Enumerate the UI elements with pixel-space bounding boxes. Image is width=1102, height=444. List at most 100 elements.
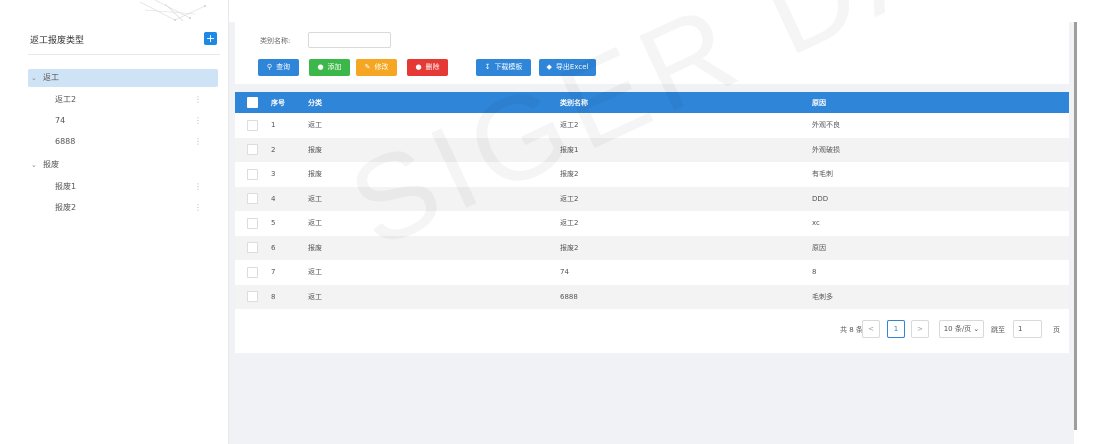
more-options-icon[interactable]: ⋮ xyxy=(194,178,202,196)
tree-node-scrap-child[interactable]: 报废1 ⋮ xyxy=(28,178,218,196)
next-page-button[interactable]: > xyxy=(911,320,929,338)
minus-circle-icon: ● xyxy=(415,63,422,71)
table-cell: 1 xyxy=(271,121,276,130)
row-checkbox[interactable] xyxy=(247,168,258,180)
table-cell: 5 xyxy=(271,219,276,228)
table-row[interactable]: 5 返工 返工2 xc xyxy=(235,211,1069,236)
tree-node-rework[interactable]: ⌄ 返工 xyxy=(28,69,218,87)
search-panel: 类别名称: ⚲ 查询 ● 添加 ✎ 修改 ● 删除 ↧ 下载模板 ◆ 导出Excel xyxy=(235,22,1069,84)
row-checkbox[interactable] xyxy=(247,193,258,205)
table-row[interactable]: 2 报废 报废1 外观破损 xyxy=(235,137,1069,162)
table-cell: 外观不良 xyxy=(812,121,840,130)
download-icon: ↧ xyxy=(484,63,491,71)
scrollbar[interactable] xyxy=(1074,22,1077,430)
table-cell: 3 xyxy=(271,170,276,179)
chevron-down-icon[interactable]: ⌄ xyxy=(31,156,41,174)
table-cell: 毛刺多 xyxy=(812,292,833,301)
tree-node-label: 74 xyxy=(55,116,66,125)
table-cell: xc xyxy=(812,219,820,228)
table-cell: 返工2 xyxy=(560,121,579,130)
goto-suffix: 页 xyxy=(1053,326,1060,334)
table-cell: 返工 xyxy=(308,121,322,130)
main-content: 类别名称: ⚲ 查询 ● 添加 ✎ 修改 ● 删除 ↧ 下载模板 ◆ 导出Excel 序号 … xyxy=(229,22,1074,444)
download-template-button[interactable]: ↧ 下载模板 xyxy=(476,59,531,76)
tree-node-label: 返工 xyxy=(43,73,59,82)
search-icon: ⚲ xyxy=(266,63,273,71)
table-cell: 有毛刺 xyxy=(812,170,833,179)
plus-icon: + xyxy=(205,32,216,45)
column-header[interactable]: 分类 xyxy=(308,92,560,113)
chevron-right-icon: > xyxy=(917,325,923,333)
table-cell: 4 xyxy=(271,194,276,203)
export-excel-button[interactable]: ◆ 导出Excel xyxy=(539,59,596,76)
table-cell: 2 xyxy=(271,145,276,154)
tree-node-scrap-child[interactable]: 报废2 ⋮ xyxy=(28,199,218,217)
table-cell: 6 xyxy=(271,243,276,252)
query-button[interactable]: ⚲ 查询 xyxy=(258,59,299,76)
goto-page-input[interactable]: 1 xyxy=(1013,320,1042,338)
tree-node-scrap[interactable]: ⌄ 报废 xyxy=(28,156,218,174)
plus-circle-icon: ● xyxy=(317,63,324,71)
column-header[interactable]: 序号 xyxy=(271,92,308,113)
chevron-down-icon: ⌄ xyxy=(973,325,980,333)
row-checkbox[interactable] xyxy=(247,242,258,254)
more-options-icon[interactable]: ⋮ xyxy=(194,133,202,151)
select-all-checkbox[interactable] xyxy=(247,97,258,108)
row-checkbox[interactable] xyxy=(247,217,258,229)
row-checkbox[interactable] xyxy=(247,119,258,131)
table-row[interactable]: 7 返工 74 8 xyxy=(235,260,1069,285)
tree-node-label: 报废1 xyxy=(55,182,77,191)
row-checkbox[interactable] xyxy=(247,291,258,303)
table-header-row: 序号 分类 类别名称 原因 xyxy=(235,92,1069,113)
pagination: 共 8 条 < 1 > 10 条/页 ⌄ 跳至 1 页 xyxy=(235,320,1069,340)
row-checkbox[interactable] xyxy=(247,266,258,278)
table-cell: 报废2 xyxy=(560,170,579,179)
tree-node-rework-child[interactable]: 6888 ⋮ xyxy=(28,133,218,151)
more-options-icon[interactable]: ⋮ xyxy=(194,199,202,217)
prev-page-button[interactable]: < xyxy=(862,320,880,338)
chevron-down-icon[interactable]: ⌄ xyxy=(31,69,41,87)
edit-button[interactable]: ✎ 修改 xyxy=(356,59,397,76)
page-number-button[interactable]: 1 xyxy=(887,320,905,338)
table-cell: 报废 xyxy=(308,243,322,252)
sidebar-title: 返工报废类型 xyxy=(30,36,85,46)
table-cell: 返工 xyxy=(308,268,322,277)
table-row[interactable]: 8 返工 6888 毛刺多 xyxy=(235,284,1069,309)
category-name-input[interactable] xyxy=(308,32,391,48)
table-cell: 返工2 xyxy=(560,194,579,203)
column-header[interactable]: 类别名称 xyxy=(560,92,812,113)
table-cell: 8 xyxy=(271,292,276,301)
table-cell: 外观破损 xyxy=(812,145,840,154)
table-row[interactable]: 1 返工 返工2 外观不良 xyxy=(235,113,1069,138)
goto-label: 跳至 xyxy=(991,326,1005,334)
more-options-icon[interactable]: ⋮ xyxy=(194,91,202,109)
tree-node-label: 报废2 xyxy=(55,203,77,212)
table-cell: 返工2 xyxy=(560,219,579,228)
table-cell: 报废 xyxy=(308,145,322,154)
row-checkbox[interactable] xyxy=(247,144,258,156)
table-cell: 74 xyxy=(560,268,569,277)
table-row[interactable]: 3 报废 报废2 有毛刺 xyxy=(235,162,1069,187)
table-row[interactable]: 4 返工 返工2 DDD xyxy=(235,186,1069,211)
table-cell: DDD xyxy=(812,194,829,203)
table-cell: 8 xyxy=(812,268,817,277)
column-header[interactable]: 原因 xyxy=(812,92,1069,113)
tree-node-label: 报废 xyxy=(43,160,59,169)
page-size-select[interactable]: 10 条/页 ⌄ xyxy=(939,320,984,338)
tree-node-rework-child[interactable]: 返工2 ⋮ xyxy=(28,91,218,109)
table-row[interactable]: 6 报废 报废2 原因 xyxy=(235,235,1069,260)
more-options-icon[interactable]: ⋮ xyxy=(194,112,202,130)
add-category-button[interactable]: + xyxy=(204,32,217,45)
edit-icon: ✎ xyxy=(364,63,371,71)
table-cell: 返工 xyxy=(308,194,322,203)
table-cell: 报废2 xyxy=(560,243,579,252)
delete-button[interactable]: ● 删除 xyxy=(407,59,448,76)
table-cell: 原因 xyxy=(812,243,826,252)
table-cell: 报废1 xyxy=(560,145,579,154)
table-cell: 报废 xyxy=(308,170,322,179)
divider xyxy=(28,54,220,55)
data-table: 序号 分类 类别名称 原因 1 返工 返工2 外观不良 2 报废 报废1 外观破… xyxy=(235,92,1069,309)
pagination-total: 共 8 条 xyxy=(840,326,863,334)
tree-node-rework-child[interactable]: 74 ⋮ xyxy=(28,112,218,130)
add-button[interactable]: ● 添加 xyxy=(309,59,350,76)
